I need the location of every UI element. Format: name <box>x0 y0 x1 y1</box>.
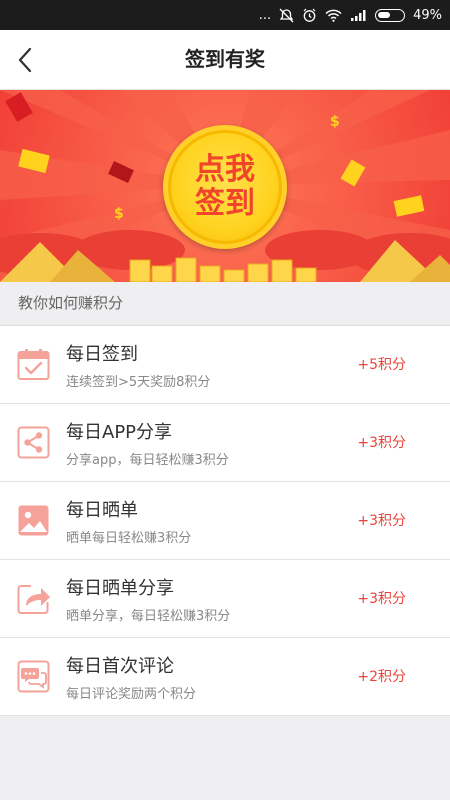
task-title: 每日APP分享 <box>66 422 173 443</box>
task-description: 晒单分享，每日轻松赚3积分 <box>66 609 231 624</box>
section-header: 教你如何赚积分 <box>0 282 450 325</box>
checkin-label: 点我签到 <box>195 152 255 221</box>
task-item-first-comment[interactable]: 每日首次评论 每日评论奖励两个积分 +2积分 <box>0 637 450 715</box>
battery-icon <box>375 8 406 22</box>
status-bar: ... 49% <box>0 0 450 30</box>
share-icon <box>17 426 50 459</box>
nav-bar: 签到有奖 <box>0 30 450 90</box>
svg-text:$: $ <box>330 114 340 130</box>
task-points: +3积分 <box>357 513 406 529</box>
task-description: 连续签到>5天奖励8积分 <box>66 375 211 390</box>
task-item-daily-post[interactable]: 每日晒单 晒单每日轻松赚3积分 +3积分 <box>0 481 450 559</box>
checkin-button[interactable]: 点我签到 <box>163 125 287 249</box>
page-title: 签到有奖 <box>185 47 265 71</box>
task-points: +3积分 <box>357 591 406 607</box>
image-icon <box>18 505 49 536</box>
status-icons: ... 49% <box>259 0 442 30</box>
task-list: 每日签到 连续签到>5天奖励8积分 +5积分 每日APP分享 分享app，每日轻… <box>0 325 450 716</box>
task-item-daily-checkin[interactable]: 每日签到 连续签到>5天奖励8积分 +5积分 <box>0 325 450 403</box>
task-description: 分享app，每日轻松赚3积分 <box>66 453 229 468</box>
wifi-icon <box>325 9 342 22</box>
task-title: 每日首次评论 <box>66 656 174 677</box>
task-points: +5积分 <box>357 357 406 373</box>
task-description: 晒单每日轻松赚3积分 <box>66 531 192 546</box>
signal-icon <box>350 9 367 22</box>
task-points: +2积分 <box>357 669 406 685</box>
checkin-banner: $ $ 点我签到 <box>0 90 450 282</box>
mute-bell-icon <box>279 8 294 23</box>
task-item-post-share[interactable]: 每日晒单分享 晒单分享，每日轻松赚3积分 +3积分 <box>0 559 450 637</box>
task-title: 每日签到 <box>66 344 138 365</box>
forward-icon <box>17 585 50 614</box>
alarm-icon <box>302 8 317 23</box>
task-description: 每日评论奖励两个积分 <box>66 687 197 702</box>
comment-icon <box>17 660 50 693</box>
more-dots-icon: ... <box>258 7 272 23</box>
calendar-check-icon <box>17 349 50 380</box>
task-points: +3积分 <box>357 435 406 451</box>
battery-percent: 49% <box>413 7 442 23</box>
task-title: 每日晒单分享 <box>66 578 174 599</box>
task-item-app-share[interactable]: 每日APP分享 分享app，每日轻松赚3积分 +3积分 <box>0 403 450 481</box>
section-title: 教你如何赚积分 <box>18 294 124 312</box>
task-title: 每日晒单 <box>66 500 138 521</box>
svg-text:$: $ <box>114 206 124 222</box>
